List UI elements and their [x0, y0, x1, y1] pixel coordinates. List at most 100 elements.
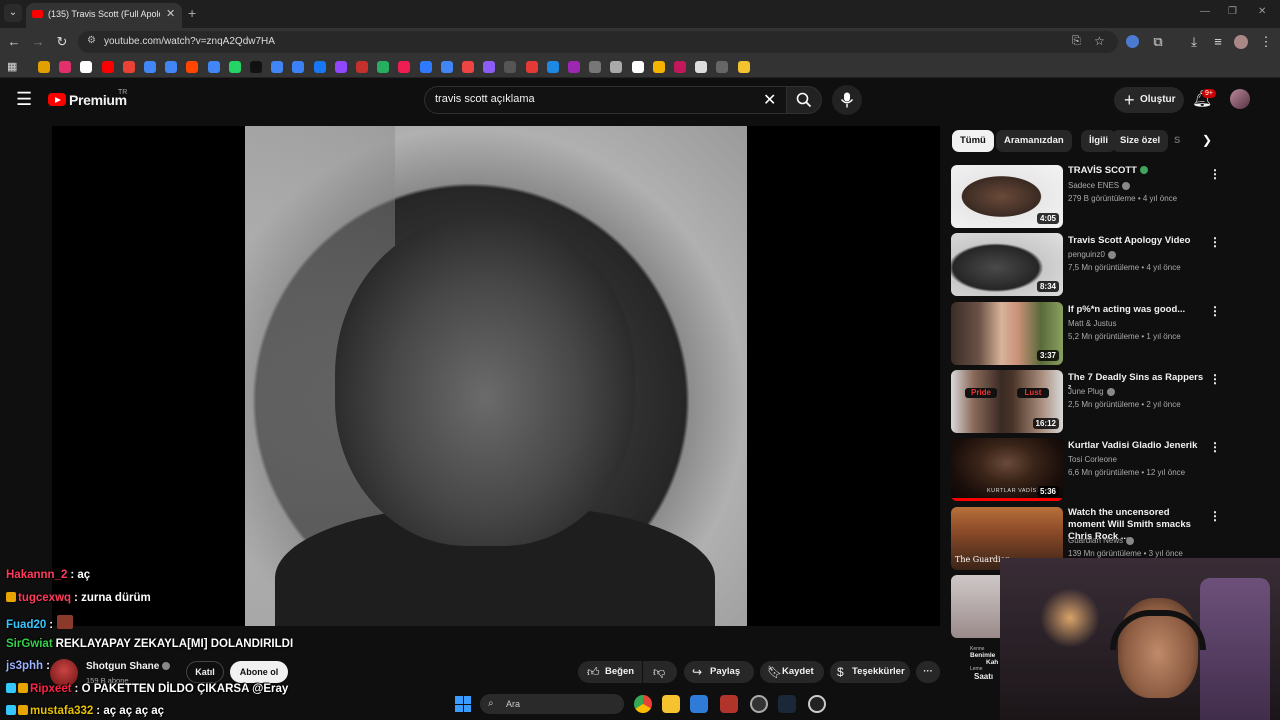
bookmark-favicon-icon[interactable]: [228, 61, 241, 73]
bookmark-favicon-icon[interactable]: [440, 61, 453, 73]
close-icon[interactable]: ✕: [166, 7, 175, 20]
bookmark-favicon-icon[interactable]: [271, 61, 284, 73]
channel-name[interactable]: Shotgun Shane: [86, 661, 171, 672]
video-thumbnail[interactable]: 8:34: [951, 233, 1063, 296]
chip-partial[interactable]: S: [1174, 130, 1180, 152]
file-explorer-icon[interactable]: [662, 695, 680, 713]
chip-related[interactable]: İlgili: [1081, 130, 1116, 152]
channel-name[interactable]: June Plug: [1068, 387, 1115, 396]
back-icon[interactable]: ←: [6, 34, 22, 49]
channel-name[interactable]: Guardian News: [1068, 536, 1135, 545]
bookmark-favicon-icon[interactable]: [122, 61, 135, 73]
browser-tab-active[interactable]: (135) Travis Scott (Full Apology) ✕: [26, 3, 182, 28]
recommendation-title[interactable]: If p%*n acting was good...: [1068, 304, 1208, 316]
recommendation-title[interactable]: TRAVİS SCOTT: [1068, 165, 1208, 177]
bookmark-favicon-icon[interactable]: [419, 61, 432, 73]
video-thumbnail[interactable]: 4:05: [951, 165, 1063, 228]
chevron-right-icon[interactable]: ❯: [1202, 133, 1212, 147]
bookmark-favicon-icon[interactable]: [334, 61, 347, 73]
video-thumbnail[interactable]: Pride Lust 16:12: [951, 370, 1063, 433]
site-info-icon[interactable]: ⚙: [87, 35, 96, 46]
bookmark-favicon-icon[interactable]: [462, 61, 474, 73]
search-query[interactable]: travis scott açıklama: [435, 93, 535, 105]
hamburger-menu-icon[interactable]: ☰: [16, 89, 32, 110]
bookmark-favicon-icon[interactable]: [101, 61, 114, 73]
recommendation-item[interactable]: Pride Lust 16:12 The 7 Deadly Sins as Ra…: [951, 370, 1221, 434]
search-button[interactable]: [786, 86, 822, 114]
voice-search-button[interactable]: [832, 85, 862, 115]
more-options-icon[interactable]: ⋮: [1209, 235, 1221, 249]
steam-icon[interactable]: [778, 695, 796, 713]
bookmark-favicon-icon[interactable]: [250, 61, 262, 73]
chrome-icon[interactable]: [634, 695, 652, 713]
profile-extension-icon[interactable]: [1126, 35, 1139, 48]
reload-icon[interactable]: ↻: [54, 34, 70, 50]
video-thumbnail[interactable]: KURTLAR VADİSİ 5:36: [951, 438, 1063, 501]
bookmark-favicon-icon[interactable]: [165, 61, 178, 73]
save-button[interactable]: 🔖︎ Kaydet: [760, 661, 824, 683]
recommendation-title[interactable]: Travis Scott Apology Video: [1068, 235, 1208, 247]
bookmark-favicon-icon[interactable]: [313, 61, 326, 73]
recommendation-item[interactable]: KURTLAR VADİSİ 5:36 Kurtlar Vadisi Gladi…: [951, 438, 1221, 502]
bookmark-favicon-icon[interactable]: [186, 61, 199, 73]
video-thumbnail[interactable]: 3:37: [951, 302, 1063, 365]
bookmark-favicon-icon[interactable]: [610, 61, 623, 73]
more-options-icon[interactable]: ⋮: [1209, 167, 1221, 181]
bookmark-star-icon[interactable]: ☆: [1094, 34, 1105, 48]
url-text[interactable]: youtube.com/watch?v=znqA2Qdw7HA: [104, 36, 275, 47]
bookmark-favicon-icon[interactable]: [504, 61, 517, 73]
media-control-icon[interactable]: ≡: [1210, 34, 1226, 49]
app-icon[interactable]: [720, 695, 738, 713]
more-options-icon[interactable]: ⋮: [1209, 304, 1221, 318]
dislike-button[interactable]: 👎︎: [643, 661, 677, 683]
bookmark-favicon-icon[interactable]: [674, 61, 686, 73]
chip-for-you[interactable]: Size özel: [1112, 130, 1169, 152]
clear-search-icon[interactable]: ✕: [763, 90, 776, 110]
channel-name[interactable]: Tosi Corleone: [1068, 455, 1117, 464]
channel-name[interactable]: Matt & Justus: [1068, 319, 1116, 328]
bookmark-favicon-icon[interactable]: [631, 61, 644, 73]
minimize-icon[interactable]: —: [1200, 6, 1210, 17]
youtube-logo-icon[interactable]: [48, 93, 66, 106]
chip-all[interactable]: Tümü: [952, 130, 994, 152]
bookmark-favicon-icon[interactable]: [737, 61, 750, 73]
more-options-icon[interactable]: ⋮: [1209, 440, 1221, 454]
extensions-icon[interactable]: ⧉: [1150, 34, 1166, 50]
join-button[interactable]: Katıl: [186, 661, 224, 683]
omnibox[interactable]: ⚙ youtube.com/watch?v=znqA2Qdw7HA ⎘ ☆: [78, 31, 1118, 53]
maximize-icon[interactable]: ❐: [1228, 6, 1237, 17]
bookmark-favicon-icon[interactable]: [144, 61, 156, 73]
apps-grid-icon[interactable]: ▦: [7, 60, 17, 73]
channel-name[interactable]: Sadece ENES: [1068, 181, 1131, 190]
download-icon[interactable]: ⤓: [1186, 34, 1202, 50]
window-close-icon[interactable]: ✕: [1258, 6, 1266, 17]
bookmark-favicon-icon[interactable]: [568, 61, 580, 73]
bookmark-favicon-icon[interactable]: [525, 61, 538, 73]
bookmark-favicon-icon[interactable]: [398, 61, 411, 73]
thanks-button[interactable]: $ Teşekkürler: [830, 661, 910, 683]
bookmark-favicon-icon[interactable]: [483, 61, 496, 73]
new-tab-icon[interactable]: +: [188, 5, 196, 21]
more-actions-button[interactable]: ···: [916, 661, 940, 683]
bookmark-favicon-icon[interactable]: [546, 61, 559, 73]
channel-name[interactable]: penguinz0: [1068, 250, 1116, 259]
more-options-icon[interactable]: ⋮: [1209, 372, 1221, 386]
bookmark-favicon-icon[interactable]: [356, 61, 368, 73]
bookmark-favicon-icon[interactable]: [59, 61, 72, 73]
search-input[interactable]: travis scott açıklama ✕: [424, 86, 788, 114]
bookmark-favicon-icon[interactable]: [695, 61, 708, 73]
bookmark-favicon-icon[interactable]: [207, 61, 220, 73]
taskbar-search[interactable]: ⌕ Ara: [480, 694, 624, 714]
more-options-icon[interactable]: ⋮: [1209, 509, 1221, 523]
account-avatar[interactable]: [1230, 89, 1250, 109]
recommendation-item[interactable]: 4:05 TRAVİS SCOTT Sadece ENES 279 B görü…: [951, 165, 1221, 229]
bookmark-favicon-icon[interactable]: [589, 61, 602, 73]
recommendation-item[interactable]: 3:37 If p%*n acting was good... Matt & J…: [951, 302, 1221, 366]
subscribe-button[interactable]: Abone ol: [230, 661, 288, 683]
forward-icon[interactable]: →: [30, 34, 46, 49]
bookmark-favicon-icon[interactable]: [80, 61, 93, 73]
profile-avatar[interactable]: [1234, 35, 1248, 49]
bookmark-favicon-icon[interactable]: [716, 61, 729, 73]
tab-search-icon[interactable]: ⌄: [4, 4, 22, 22]
obs-icon[interactable]: [750, 695, 768, 713]
